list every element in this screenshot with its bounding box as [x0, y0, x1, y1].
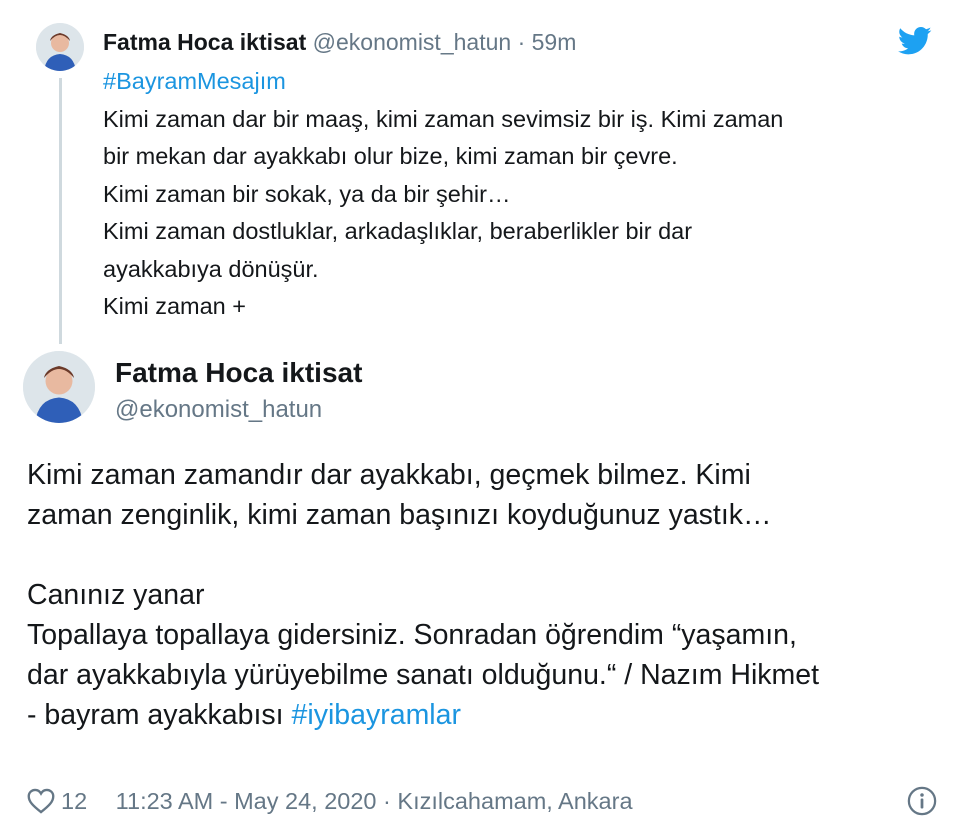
main-author-handle[interactable]: @ekonomist_hatun [115, 396, 322, 424]
reply-text-line: ayakkabıya dönüşür. [103, 255, 319, 282]
hashtag-link[interactable]: #BayramMesajım [103, 63, 933, 101]
reply-tweet-header: Fatma Hoca iktisat @ekonomist_hatun · 59… [103, 27, 576, 57]
info-icon[interactable] [907, 786, 937, 816]
like-count[interactable]: 12 [61, 788, 87, 814]
hashtag-link[interactable]: #iyibayramlar [292, 699, 461, 731]
main-author-avatar[interactable] [23, 351, 95, 423]
reply-text-line: Kimi zaman bir sokak, ya da bir şehir… [103, 180, 511, 207]
tweet-footer: 12 11:23 AM - May 24, 2020 · Kızılcahama… [27, 784, 937, 818]
reply-author-handle[interactable]: @ekonomist_hatun [313, 29, 512, 55]
reply-author-avatar[interactable] [36, 23, 84, 71]
reply-text-line: Kimi zaman + [103, 293, 247, 319]
thread-connector-line [59, 78, 62, 344]
main-text-line: zaman zenginlik, kimi zaman başınızı koy… [27, 499, 772, 531]
tweet-timestamp[interactable]: 11:23 AM - May 24, 2020 [116, 788, 377, 814]
footer-dot: · [383, 788, 391, 814]
main-text-last-line: - bayram ayakkabısı #iyibayramlar [27, 695, 937, 735]
avatar-image [36, 23, 84, 71]
reply-tweet-text: #BayramMesajım Kimi zaman dar bir maaş, … [103, 63, 933, 326]
reply-text-line: Kimi zaman dostluklar, arkadaşlıklar, be… [103, 218, 693, 244]
reply-text-line: Kimi zaman dar bir maaş, kimi zaman sevi… [103, 105, 784, 132]
main-text-line: Kimi zaman zamandır dar ayakkabı, geçmek… [27, 459, 751, 491]
tweet-location[interactable]: Kızılcahamam, Ankara [397, 788, 632, 814]
main-text-line: Canınız yanar [27, 579, 205, 611]
reply-text-line: bir mekan dar ayakkabı olur bize, kimi z… [103, 143, 678, 169]
avatar-image [23, 351, 95, 423]
reply-author-name[interactable]: Fatma Hoca iktisat [103, 29, 306, 55]
reply-tweet-time[interactable]: 59m [532, 29, 577, 55]
main-text-segment: - bayram ayakkabısı [27, 699, 292, 731]
header-separator: · [517, 29, 526, 55]
twitter-bird-icon[interactable] [898, 26, 932, 56]
main-author-name[interactable]: Fatma Hoca iktisat [115, 357, 362, 389]
main-text-line: Topallaya topallaya gidersiniz. Sonradan… [27, 619, 797, 651]
heart-icon[interactable] [27, 788, 55, 814]
main-tweet-text: Kimi zaman zamandır dar ayakkabı, geçmek… [27, 455, 937, 735]
main-text-line: dar ayakkabıyla yürüyebilme sanatı olduğ… [27, 659, 820, 691]
